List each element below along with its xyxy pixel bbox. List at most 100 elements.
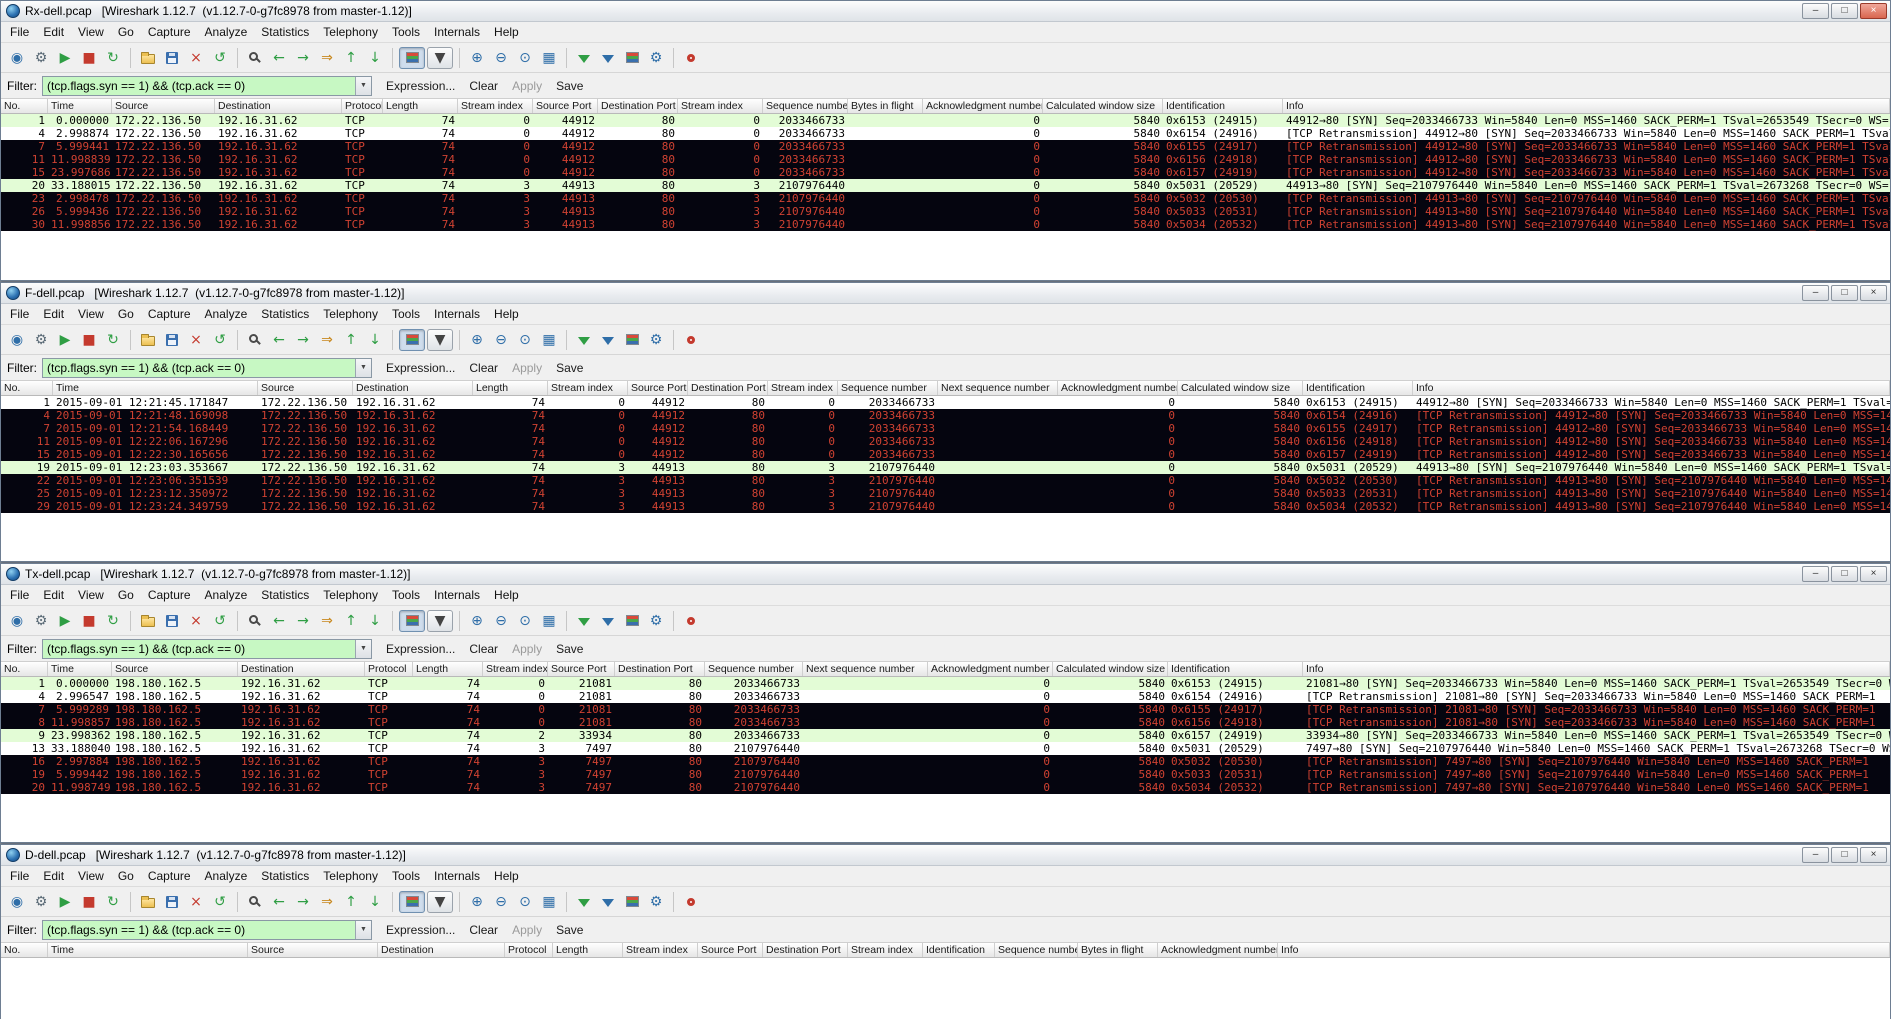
reload-file-button[interactable]: ↺ bbox=[208, 46, 232, 70]
save-button[interactable]: Save bbox=[556, 361, 583, 375]
list-interfaces-button[interactable]: ◉ bbox=[5, 609, 29, 633]
packet-row[interactable]: 2011.998749198.180.162.5192.16.31.62TCP7… bbox=[1, 781, 1890, 794]
go-back-button[interactable]: ← bbox=[267, 890, 291, 914]
filter-input[interactable] bbox=[43, 77, 355, 95]
column-header-source-port[interactable]: Source Port bbox=[548, 662, 615, 676]
apply-button[interactable]: Apply bbox=[512, 642, 542, 656]
packet-row[interactable]: 75.999441172.22.136.50192.16.31.62TCP740… bbox=[1, 140, 1890, 153]
column-header-source[interactable]: Source bbox=[248, 943, 378, 957]
clear-button[interactable]: Clear bbox=[469, 642, 498, 656]
expression-button[interactable]: Expression... bbox=[386, 361, 455, 375]
autoscroll-toggle[interactable]: ▼ bbox=[427, 891, 453, 913]
menu-edit[interactable]: Edit bbox=[36, 23, 71, 41]
restart-capture-button[interactable]: ↻ bbox=[101, 890, 125, 914]
zoom-in-button[interactable]: ⊕ bbox=[465, 46, 489, 70]
preferences-button[interactable]: ⚙ bbox=[644, 46, 668, 70]
go-to-bottom-button[interactable]: ↓ bbox=[363, 890, 387, 914]
column-header-next-sequence-number[interactable]: Next sequence number bbox=[938, 381, 1058, 395]
go-to-top-button[interactable]: ↑ bbox=[339, 328, 363, 352]
open-file-button[interactable] bbox=[136, 609, 160, 633]
open-file-button[interactable] bbox=[136, 328, 160, 352]
go-to-bottom-button[interactable]: ↓ bbox=[363, 46, 387, 70]
column-header-info[interactable]: Info bbox=[1413, 381, 1890, 395]
go-forward-button[interactable]: → bbox=[291, 328, 315, 352]
column-header-protocol[interactable]: Protocol bbox=[505, 943, 553, 957]
maximize-button[interactable]: □ bbox=[1831, 847, 1858, 863]
go-back-button[interactable]: ← bbox=[267, 46, 291, 70]
save-button[interactable]: Save bbox=[556, 923, 583, 937]
menu-view[interactable]: View bbox=[71, 867, 111, 885]
coloring-rules-button[interactable] bbox=[620, 328, 644, 352]
resize-columns-button[interactable]: ▦ bbox=[537, 609, 561, 633]
capture-filters-button[interactable] bbox=[572, 609, 596, 633]
column-header-length[interactable]: Length bbox=[383, 99, 458, 113]
save-file-button[interactable] bbox=[160, 890, 184, 914]
stop-capture-button[interactable]: ■ bbox=[77, 46, 101, 70]
go-to-packet-button[interactable]: ⇒ bbox=[315, 890, 339, 914]
packet-row[interactable]: 75.999289198.180.162.5192.16.31.62TCP740… bbox=[1, 703, 1890, 716]
go-to-top-button[interactable]: ↑ bbox=[339, 890, 363, 914]
column-header-length[interactable]: Length bbox=[553, 943, 623, 957]
column-header-protocol[interactable]: Protocol bbox=[342, 99, 383, 113]
column-header-stream-index[interactable]: Stream index bbox=[458, 99, 533, 113]
menu-capture[interactable]: Capture bbox=[141, 586, 198, 604]
go-to-packet-button[interactable]: ⇒ bbox=[315, 609, 339, 633]
menu-file[interactable]: File bbox=[3, 305, 36, 323]
stop-capture-button[interactable]: ■ bbox=[77, 609, 101, 633]
reload-file-button[interactable]: ↺ bbox=[208, 328, 232, 352]
column-header-source[interactable]: Source bbox=[112, 99, 215, 113]
column-header-source-port[interactable]: Source Port bbox=[698, 943, 763, 957]
restart-capture-button[interactable]: ↻ bbox=[101, 328, 125, 352]
packet-row[interactable]: 42.996547198.180.162.5192.16.31.62TCP740… bbox=[1, 690, 1890, 703]
menu-view[interactable]: View bbox=[71, 586, 111, 604]
minimize-button[interactable]: – bbox=[1802, 285, 1829, 301]
save-file-button[interactable] bbox=[160, 46, 184, 70]
clear-button[interactable]: Clear bbox=[469, 923, 498, 937]
column-header-source[interactable]: Source bbox=[112, 662, 238, 676]
menu-tools[interactable]: Tools bbox=[385, 867, 427, 885]
preferences-button[interactable]: ⚙ bbox=[644, 328, 668, 352]
packet-row[interactable]: 3011.998856172.22.136.50192.16.31.62TCP7… bbox=[1, 218, 1890, 231]
menu-file[interactable]: File bbox=[3, 867, 36, 885]
reload-file-button[interactable]: ↺ bbox=[208, 609, 232, 633]
menu-edit[interactable]: Edit bbox=[36, 867, 71, 885]
packet-row[interactable]: 12015-09-01 12:21:45.171847172.22.136.50… bbox=[1, 396, 1890, 409]
packet-row[interactable]: 10.000000172.22.136.50192.16.31.62TCP740… bbox=[1, 114, 1890, 127]
close-file-button[interactable]: × bbox=[184, 609, 208, 633]
menu-internals[interactable]: Internals bbox=[427, 305, 487, 323]
clear-button[interactable]: Clear bbox=[469, 79, 498, 93]
menu-go[interactable]: Go bbox=[111, 305, 141, 323]
column-header-stream-index[interactable]: Stream index bbox=[678, 99, 763, 113]
go-to-packet-button[interactable]: ⇒ bbox=[315, 328, 339, 352]
column-header-stream-index[interactable]: Stream index bbox=[548, 381, 628, 395]
filter-input[interactable] bbox=[43, 640, 355, 658]
menu-help[interactable]: Help bbox=[487, 867, 526, 885]
resize-columns-button[interactable]: ▦ bbox=[537, 890, 561, 914]
autoscroll-toggle[interactable]: ▼ bbox=[427, 47, 453, 69]
packet-row[interactable]: 2033.188015172.22.136.50192.16.31.62TCP7… bbox=[1, 179, 1890, 192]
column-header-no[interactable]: No. bbox=[1, 381, 53, 395]
resize-columns-button[interactable]: ▦ bbox=[537, 328, 561, 352]
packet-row[interactable]: 152015-09-01 12:22:30.165656172.22.136.5… bbox=[1, 448, 1890, 461]
menu-tools[interactable]: Tools bbox=[385, 305, 427, 323]
apply-button[interactable]: Apply bbox=[512, 79, 542, 93]
autoscroll-toggle[interactable]: ▼ bbox=[427, 329, 453, 351]
menu-tools[interactable]: Tools bbox=[385, 586, 427, 604]
filter-dropdown-button[interactable]: ▼ bbox=[355, 921, 371, 939]
column-header-destination[interactable]: Destination bbox=[378, 943, 505, 957]
menu-help[interactable]: Help bbox=[487, 23, 526, 41]
go-to-bottom-button[interactable]: ↓ bbox=[363, 609, 387, 633]
maximize-button[interactable]: □ bbox=[1831, 566, 1858, 582]
zoom-out-button[interactable]: ⊖ bbox=[489, 609, 513, 633]
go-to-packet-button[interactable]: ⇒ bbox=[315, 46, 339, 70]
menu-telephony[interactable]: Telephony bbox=[316, 867, 385, 885]
start-capture-button[interactable]: ▶ bbox=[53, 328, 77, 352]
colorize-toggle[interactable] bbox=[399, 329, 425, 351]
column-header-acknowledgment-number[interactable]: Acknowledgment number bbox=[1058, 381, 1178, 395]
zoom-in-button[interactable]: ⊕ bbox=[465, 328, 489, 352]
go-to-bottom-button[interactable]: ↓ bbox=[363, 328, 387, 352]
restart-capture-button[interactable]: ↻ bbox=[101, 46, 125, 70]
apply-button[interactable]: Apply bbox=[512, 361, 542, 375]
preferences-button[interactable]: ⚙ bbox=[644, 609, 668, 633]
go-forward-button[interactable]: → bbox=[291, 46, 315, 70]
